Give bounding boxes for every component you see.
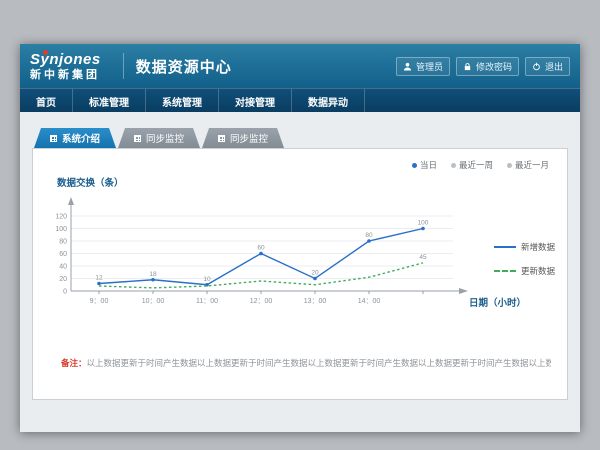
header-divider	[123, 53, 124, 79]
tab-sync-monitor-1[interactable]: 同步监控	[118, 128, 200, 148]
svg-text:60: 60	[59, 251, 67, 258]
dashed-line-icon	[494, 270, 516, 272]
svg-text:120: 120	[55, 214, 67, 221]
power-icon	[532, 62, 541, 71]
admin-user-button[interactable]: 管理员	[396, 57, 450, 76]
filter-last-week-label: 最近一周	[459, 159, 493, 171]
change-password-button[interactable]: 修改密码	[456, 57, 519, 76]
grid-icon	[50, 135, 57, 142]
tab-sync-monitor-1-label: 同步监控	[146, 131, 184, 145]
user-icon	[403, 62, 412, 71]
svg-text:100: 100	[55, 226, 67, 233]
filter-today-label: 当日	[420, 159, 437, 171]
svg-text:10: 10	[203, 276, 211, 283]
series-legend: 新增数据 更新数据	[494, 241, 555, 277]
header: Synjones 新中新集团 数据资源中心 管理员 修改密码	[20, 44, 580, 88]
footnote-text: 以上数据更新于时间产生数据以上数据更新于时间产生数据以上数据更新于时间产生数据以…	[87, 358, 551, 368]
main-nav: 首页 标准管理 系统管理 对接管理 数据异动	[20, 88, 580, 113]
filter-last-month-label: 最近一月	[515, 159, 549, 171]
svg-text:40: 40	[59, 264, 67, 271]
svg-text:18: 18	[149, 271, 157, 278]
grid-icon	[134, 135, 141, 142]
nav-item-system-mgmt[interactable]: 系统管理	[146, 89, 219, 113]
legend-new-data[interactable]: 新增数据	[494, 241, 555, 253]
svg-text:10：00: 10：00	[142, 298, 165, 305]
footnote: 备注：以上数据更新于时间产生数据以上数据更新于时间产生数据以上数据更新于时间产生…	[61, 357, 551, 369]
y-axis-title: 数据交换（条）	[57, 175, 124, 189]
logo-red-dot-icon	[43, 50, 48, 55]
svg-text:14：00: 14：00	[358, 298, 381, 305]
x-axis-title: 日期（小时）	[469, 295, 526, 309]
gray-dot-icon	[451, 163, 456, 168]
brand-logo[interactable]: Synjones 新中新集团	[30, 52, 111, 81]
svg-text:20: 20	[311, 270, 319, 277]
legend-filters: 当日 最近一周 最近一月	[412, 159, 549, 171]
filter-last-month[interactable]: 最近一月	[507, 159, 549, 171]
logo-text: Synjones	[30, 52, 101, 67]
change-password-label: 修改密码	[476, 60, 512, 73]
svg-text:80: 80	[59, 239, 67, 246]
logout-label: 退出	[545, 60, 563, 73]
legend-update-data-label: 更新数据	[521, 265, 555, 277]
nav-item-standard-mgmt[interactable]: 标准管理	[73, 89, 146, 113]
nav-item-connect-mgmt[interactable]: 对接管理	[219, 89, 292, 113]
admin-user-label: 管理员	[416, 60, 443, 73]
lock-icon	[463, 62, 472, 71]
header-actions: 管理员 修改密码 退出	[396, 57, 570, 76]
nav-item-data-change[interactable]: 数据异动	[292, 89, 365, 113]
line-chart: 0 20 40 60 80 100 120 9：00 10：00 11：00 12：00 13：00 1…	[41, 191, 477, 324]
logout-button[interactable]: 退出	[525, 57, 570, 76]
svg-text:0: 0	[63, 289, 67, 296]
tab-bar: 系统介绍 同步监控 同步监控	[34, 128, 568, 148]
logo-subtitle: 新中新集团	[30, 70, 101, 81]
svg-text:80: 80	[365, 232, 373, 239]
blue-dot-icon	[412, 163, 417, 168]
footnote-prefix: 备注：	[61, 358, 87, 368]
svg-text:20: 20	[59, 276, 67, 283]
app-title: 数据资源中心	[136, 56, 232, 77]
tab-system-intro[interactable]: 系统介绍	[34, 128, 116, 148]
content-area: 系统介绍 同步监控 同步监控 当日 最近一周	[20, 112, 580, 432]
svg-text:11：00: 11：00	[196, 298, 218, 305]
svg-text:13：00: 13：00	[304, 298, 327, 305]
filter-today[interactable]: 当日	[412, 159, 437, 171]
svg-text:12: 12	[95, 275, 103, 282]
svg-text:45: 45	[419, 254, 427, 261]
chart-panel: 当日 最近一周 最近一月 数据交换（条） 0 20 40 60 80 100 120 9：00…	[32, 148, 568, 400]
svg-text:60: 60	[257, 245, 265, 252]
tab-sync-monitor-2-label: 同步监控	[230, 131, 268, 145]
nav-item-home[interactable]: 首页	[20, 89, 73, 113]
page-frame: Synjones 新中新集团 数据资源中心 管理员 修改密码	[20, 44, 580, 432]
tab-system-intro-label: 系统介绍	[62, 131, 100, 145]
solid-line-icon	[494, 246, 516, 248]
legend-update-data[interactable]: 更新数据	[494, 265, 555, 277]
svg-text:9：00: 9：00	[90, 298, 109, 305]
svg-text:12：00: 12：00	[250, 298, 273, 305]
tab-sync-monitor-2[interactable]: 同步监控	[202, 128, 284, 148]
gray-dot-icon	[507, 163, 512, 168]
filter-last-week[interactable]: 最近一周	[451, 159, 493, 171]
grid-icon	[218, 135, 225, 142]
svg-text:100: 100	[418, 220, 429, 227]
legend-new-data-label: 新增数据	[521, 241, 555, 253]
